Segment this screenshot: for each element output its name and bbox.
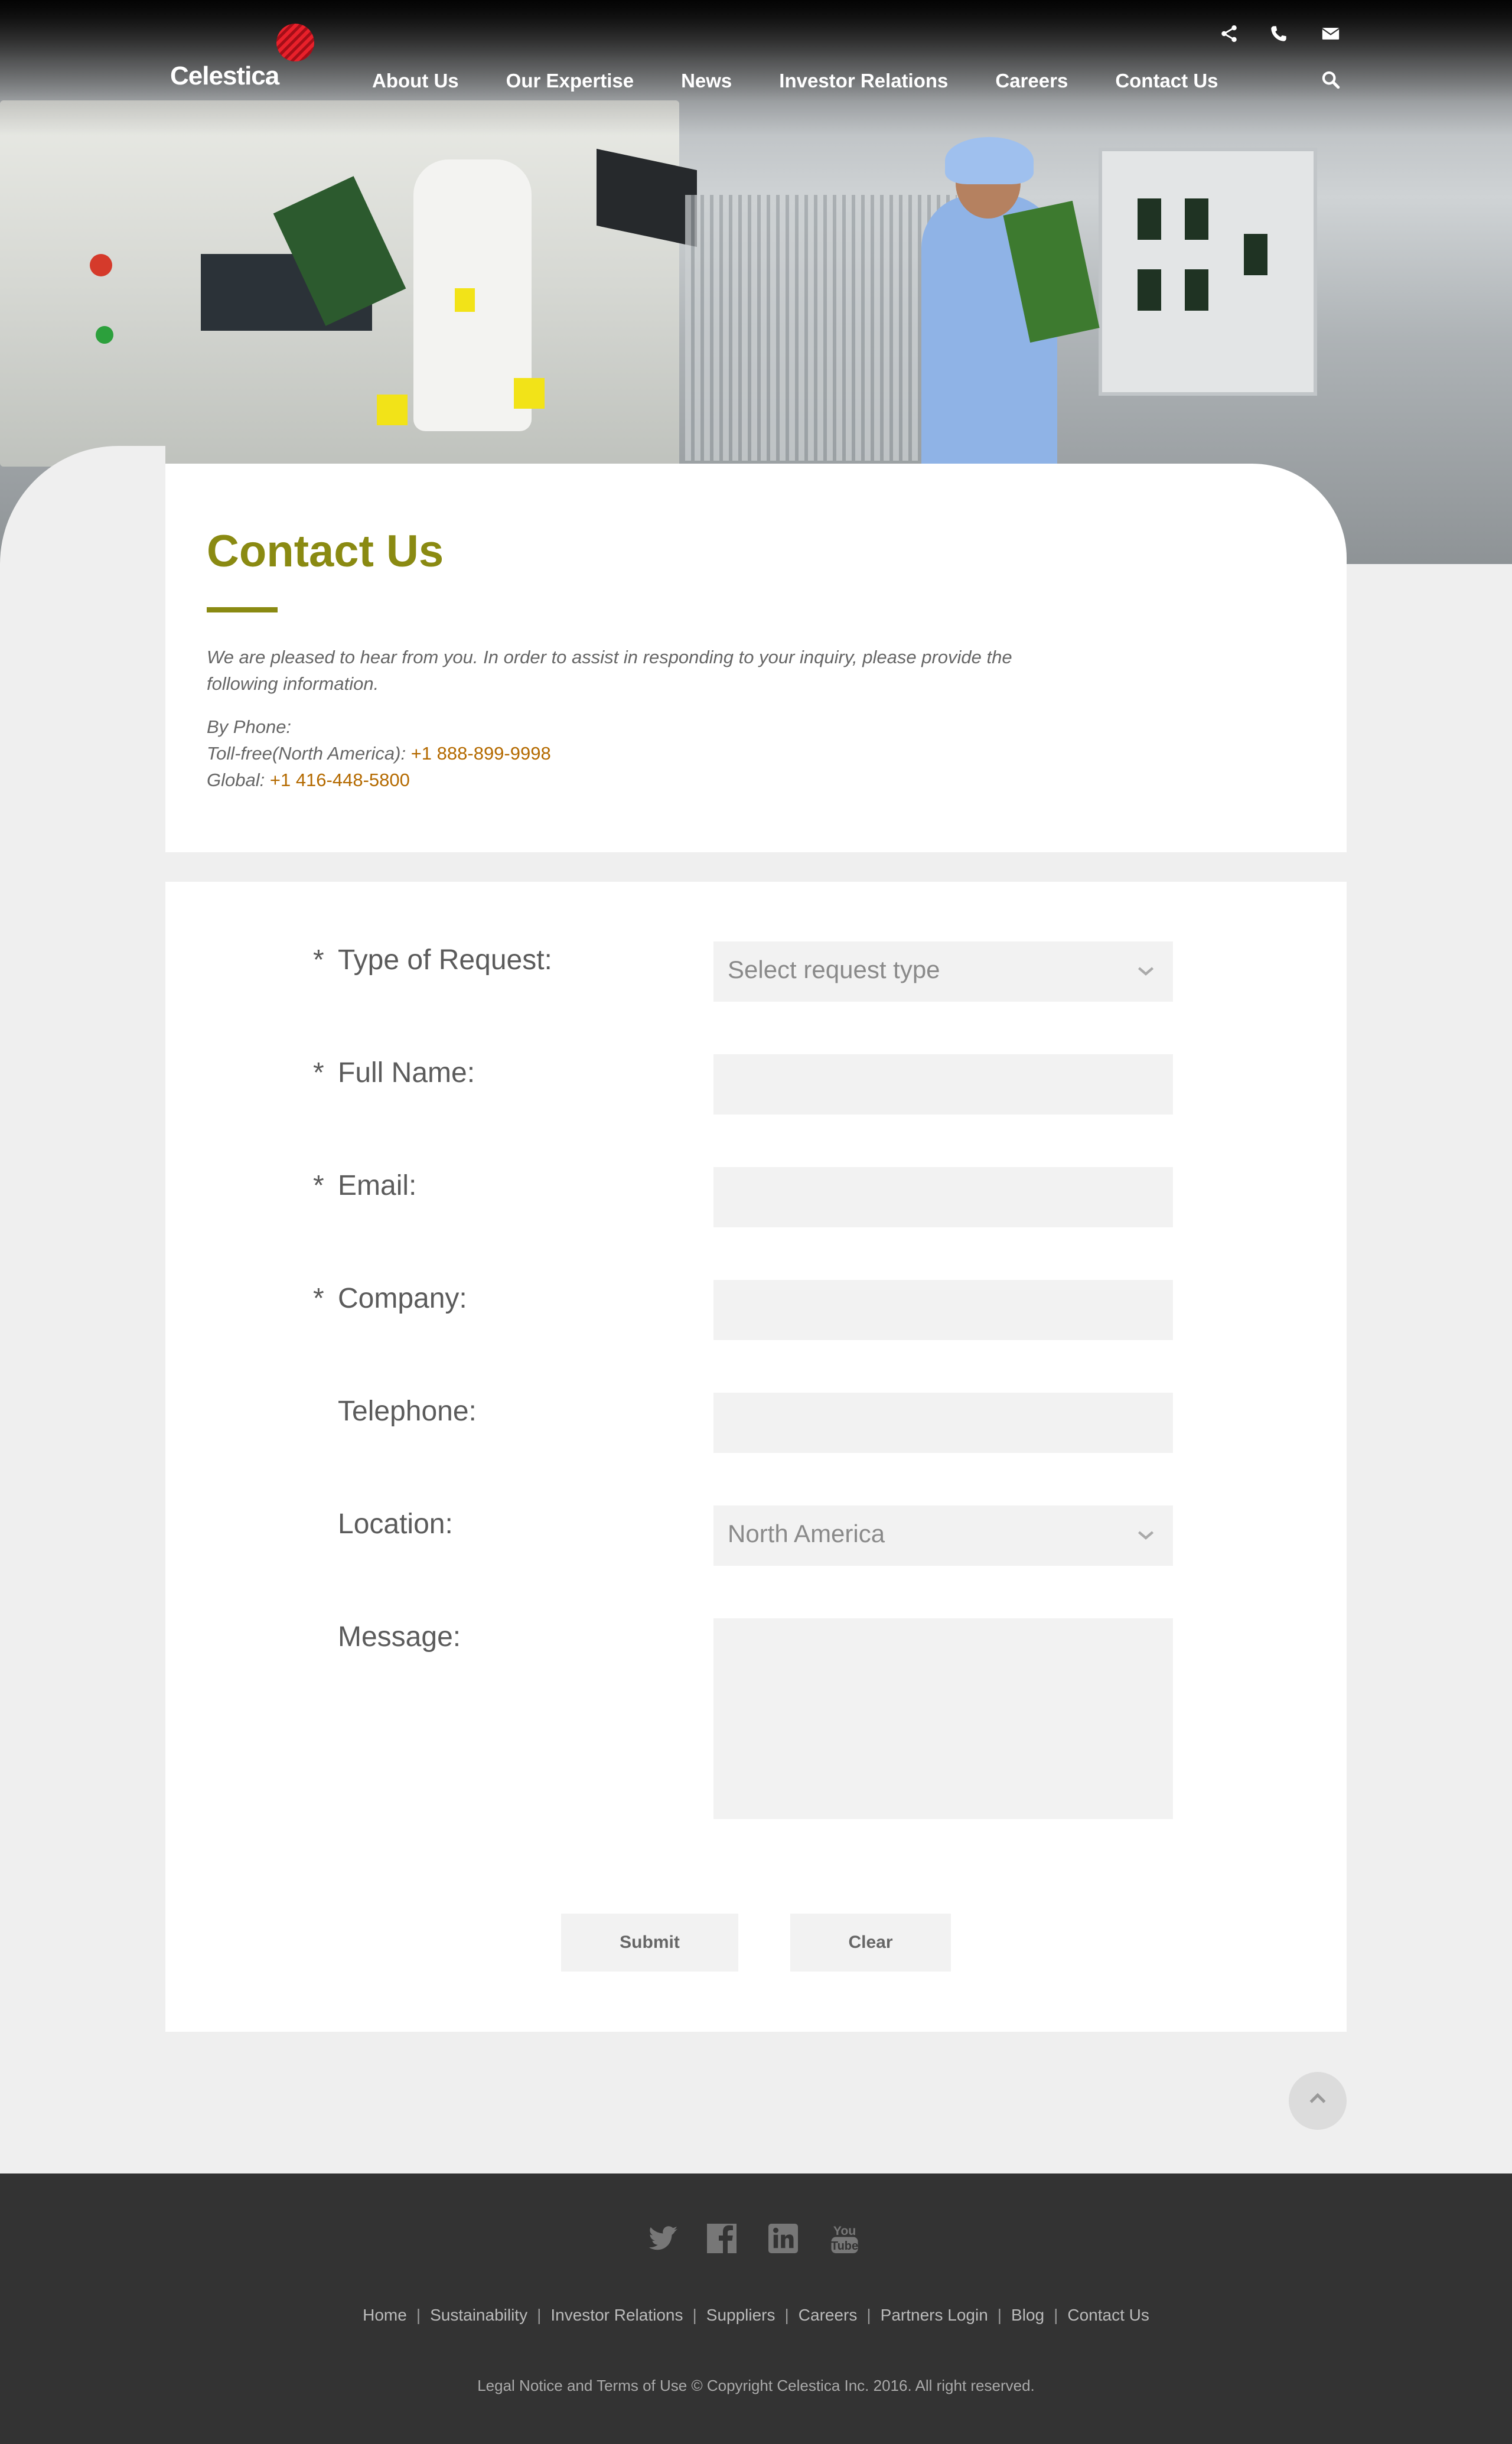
nav-careers[interactable]: Careers	[995, 70, 1068, 92]
celestica-logo[interactable]: Celestica	[170, 61, 279, 91]
nav-our-expertise[interactable]: Our Expertise	[506, 70, 634, 92]
message-row: Message:	[313, 1618, 1175, 1820]
email-row: * Email:	[313, 1167, 1175, 1228]
nav-news[interactable]: News	[681, 70, 732, 92]
message-label: Message:	[338, 1621, 461, 1653]
submit-button[interactable]: Submit	[561, 1914, 738, 1972]
footer-link-home[interactable]: Home	[363, 2306, 407, 2324]
envelope-icon[interactable]	[1321, 24, 1341, 44]
tollfree-number-link[interactable]: +1 888-899-9998	[411, 743, 551, 764]
global-number-link[interactable]: +1 416-448-5800	[270, 770, 410, 790]
email-label: Email:	[338, 1170, 417, 1201]
request-type-label: Type of Request:	[338, 944, 552, 976]
intro-text: We are pleased to hear from you. In orde…	[207, 647, 1012, 694]
legal-notice[interactable]: Legal Notice and Terms of Use © Copyrigh…	[0, 2377, 1512, 2395]
footer-link-investor-relations[interactable]: Investor Relations	[550, 2306, 683, 2324]
phone-icon[interactable]	[1269, 24, 1289, 44]
share-icon[interactable]	[1219, 24, 1239, 44]
footer-links: Home | Sustainability | Investor Relations | S…	[363, 2306, 1149, 2324]
full-name-label: Full Name:	[338, 1057, 475, 1089]
telephone-label: Telephone:	[338, 1396, 477, 1427]
nav-contact-us[interactable]: Contact Us	[1115, 70, 1218, 92]
request-type-row: * Type of Request: Select request type	[313, 941, 1175, 1003]
global-label: Global:	[207, 770, 265, 790]
telephone-input[interactable]	[713, 1393, 1173, 1453]
company-input[interactable]	[713, 1280, 1173, 1340]
required-marker: *	[313, 1057, 324, 1089]
svg-text:Tube: Tube	[831, 2240, 858, 2253]
warning-sign-icon	[377, 395, 408, 425]
nav-about-us[interactable]: About Us	[372, 70, 459, 92]
linkedin-icon[interactable]	[765, 2221, 801, 2256]
required-marker: *	[313, 944, 324, 976]
email-input[interactable]	[713, 1167, 1173, 1227]
location-select[interactable]: North America	[713, 1505, 1173, 1566]
company-label: Company:	[338, 1283, 467, 1314]
footer-link-suppliers[interactable]: Suppliers	[706, 2306, 775, 2324]
full-name-input[interactable]	[713, 1054, 1173, 1115]
footer-link-blog[interactable]: Blog	[1011, 2306, 1044, 2324]
main-nav: About Us Our Expertise News Investor Rel…	[372, 70, 1266, 92]
chevron-down-icon	[1138, 1531, 1154, 1540]
footer-link-partners-login[interactable]: Partners Login	[881, 2306, 988, 2324]
location-label: Location:	[338, 1508, 453, 1540]
chevron-up-icon	[1309, 2093, 1326, 2103]
warning-sign-icon	[514, 378, 545, 409]
location-row: Location: North America	[313, 1505, 1175, 1567]
twitter-icon[interactable]	[645, 2221, 680, 2256]
hero-equipment-rack	[1099, 148, 1317, 396]
celestica-logo-mark[interactable]	[276, 24, 314, 61]
youtube-icon[interactable]: You Tube	[827, 2221, 862, 2256]
required-marker: *	[313, 1170, 324, 1201]
back-to-top-button[interactable]	[1289, 2072, 1347, 2130]
request-type-select[interactable]: Select request type	[713, 941, 1173, 1002]
search-icon[interactable]	[1321, 70, 1341, 90]
footer-link-careers[interactable]: Careers	[799, 2306, 858, 2324]
facebook-icon[interactable]	[704, 2221, 739, 2256]
page-title: Contact Us	[207, 526, 444, 576]
footer-link-contact-us[interactable]: Contact Us	[1067, 2306, 1149, 2324]
clear-button[interactable]: Clear	[790, 1914, 951, 1972]
svg-text:You: You	[833, 2224, 856, 2238]
full-name-row: * Full Name:	[313, 1054, 1175, 1116]
company-row: * Company:	[313, 1280, 1175, 1341]
message-textarea[interactable]	[713, 1618, 1173, 1819]
warning-sign-icon	[455, 288, 475, 312]
title-underline	[207, 607, 278, 612]
tollfree-label: Toll-free(North America):	[207, 743, 406, 764]
by-phone-label: By Phone:	[207, 716, 292, 737]
telephone-row: Telephone:	[313, 1393, 1175, 1454]
phone-info: By Phone: Toll-free(North America): +1 8…	[207, 713, 551, 793]
request-type-value: Select request type	[728, 956, 940, 983]
footer-link-sustainability[interactable]: Sustainability	[430, 2306, 527, 2324]
location-value: North America	[728, 1520, 885, 1547]
required-marker: *	[313, 1283, 324, 1314]
nav-investor-relations[interactable]: Investor Relations	[779, 70, 948, 92]
chevron-down-icon	[1138, 967, 1154, 976]
